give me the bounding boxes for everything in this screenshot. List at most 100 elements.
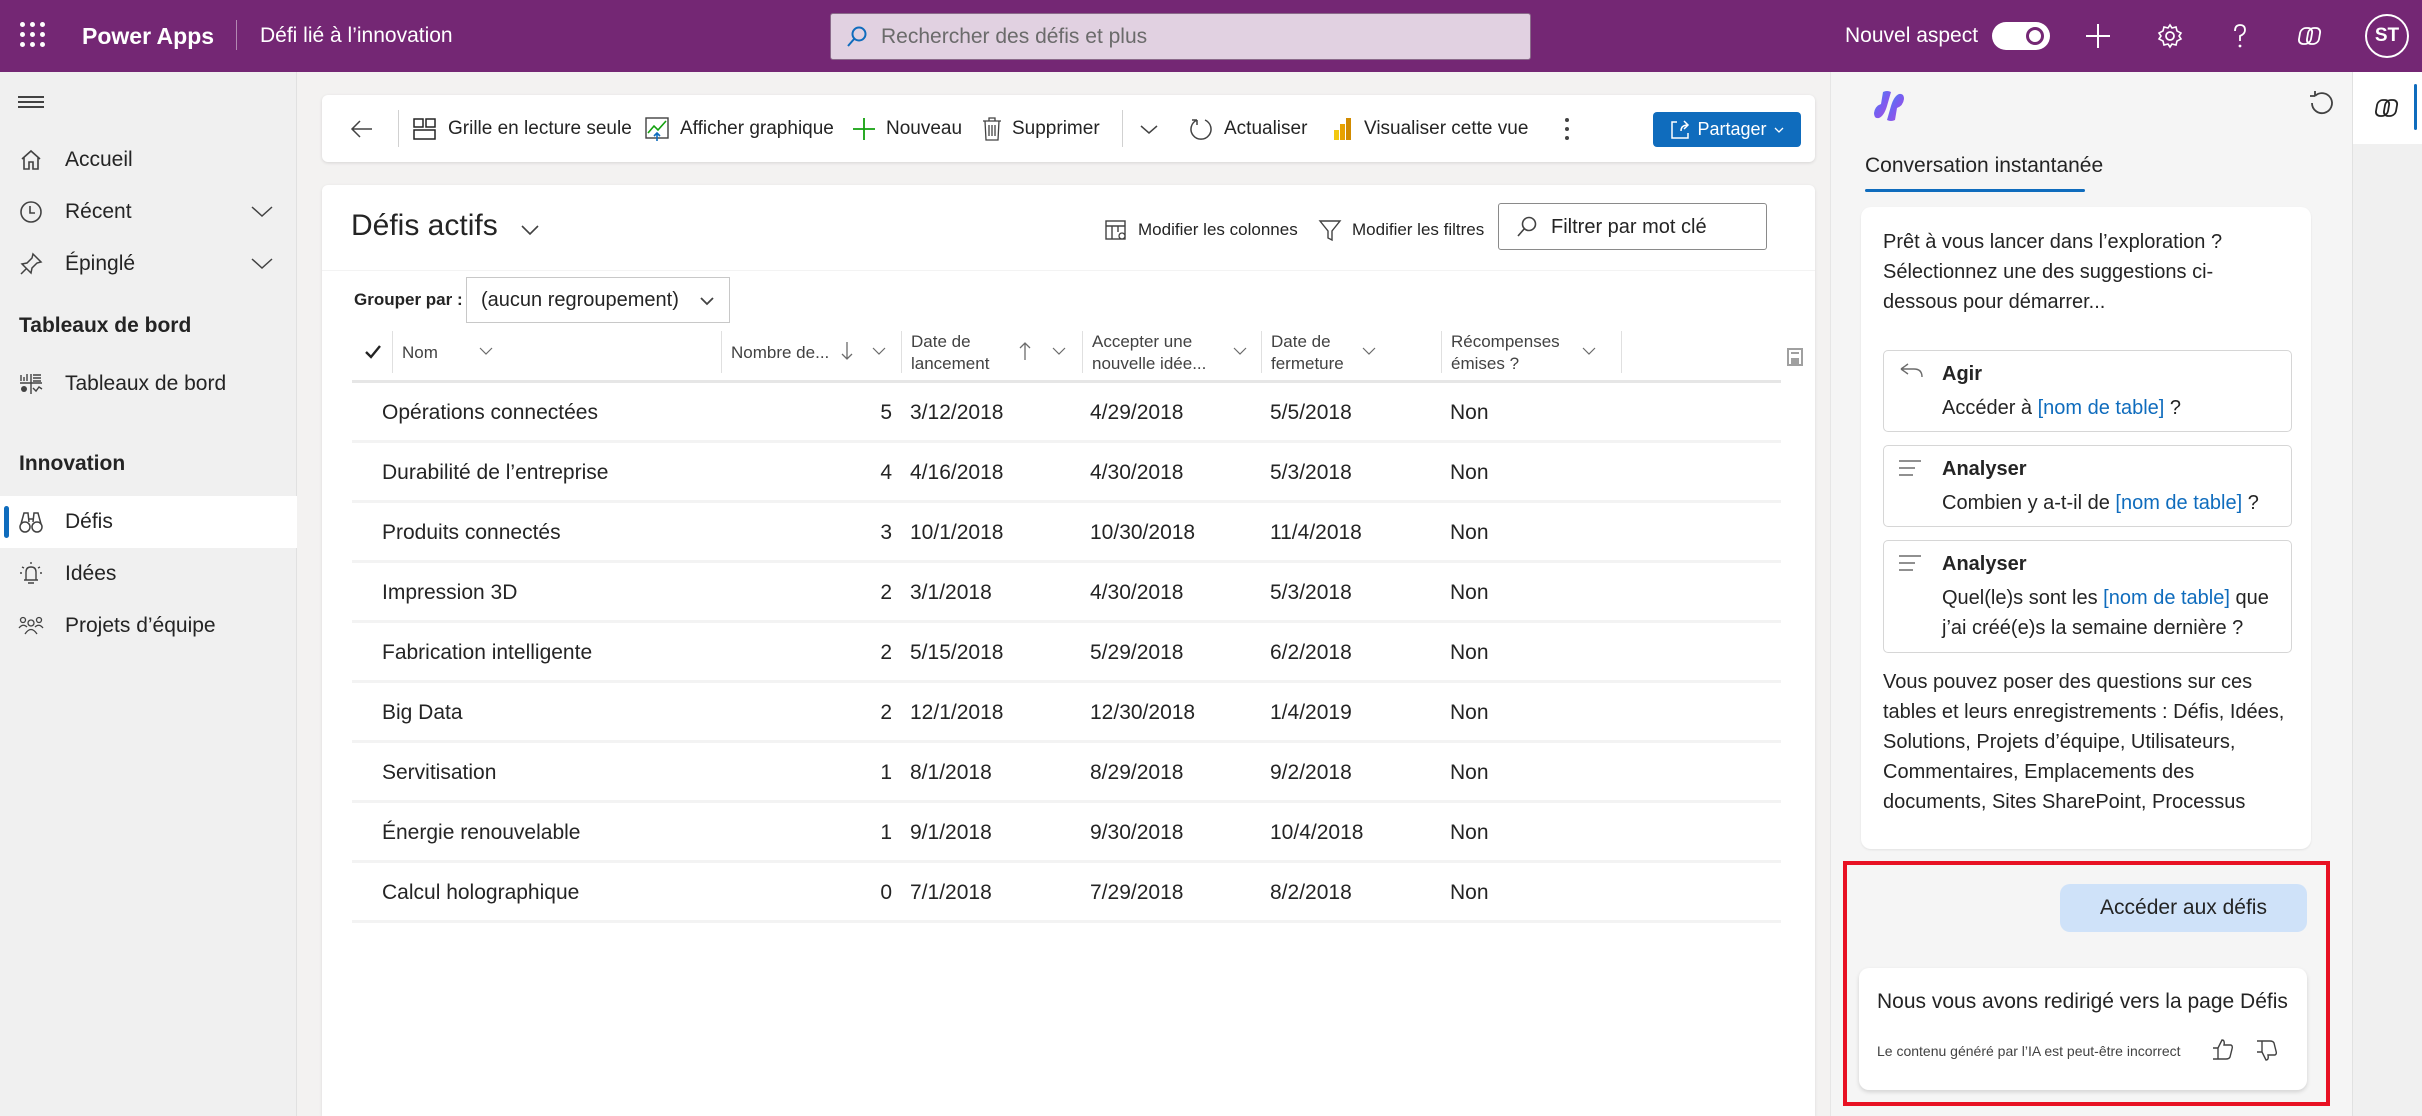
cell-rewards-issued: Non bbox=[1450, 881, 1489, 904]
tab-instant-conversation[interactable]: Conversation instantanée bbox=[1865, 154, 2103, 178]
cell-close-date: 10/4/2018 bbox=[1270, 821, 1364, 844]
sidebar-item-pinned[interactable]: Épinglé bbox=[0, 238, 297, 290]
more-vertical-icon bbox=[1565, 117, 1569, 140]
column-header-name[interactable]: Nom bbox=[392, 325, 721, 381]
new-button[interactable]: Nouveau bbox=[852, 95, 962, 162]
avatar[interactable]: ST bbox=[2365, 14, 2409, 58]
more-commands-dropdown[interactable] bbox=[1138, 95, 1170, 162]
suggestion-title: Analyser bbox=[1942, 553, 2027, 575]
hamburger-icon[interactable] bbox=[18, 96, 44, 110]
chevron-down-icon bbox=[1233, 347, 1247, 355]
suggestion-card[interactable]: Agir Accéder à [nom de table] ? bbox=[1883, 350, 2292, 432]
chevron-down-icon[interactable] bbox=[250, 252, 274, 276]
cell-name[interactable]: Durabilité de l’entreprise bbox=[382, 461, 608, 485]
table-row[interactable]: Produits connectés 3 10/1/2018 10/30/2018 11… bbox=[352, 503, 1781, 563]
global-search[interactable] bbox=[830, 13, 1531, 60]
environment-name[interactable]: Défi lié à l’innovation bbox=[260, 24, 453, 48]
show-chart-button[interactable]: Afficher graphique bbox=[644, 95, 834, 162]
cell-count: 4 bbox=[880, 461, 892, 484]
more-options-button[interactable] bbox=[1562, 95, 1582, 162]
table-name-placeholder[interactable]: [nom de table] bbox=[2115, 492, 2242, 514]
cell-name[interactable]: Big Data bbox=[382, 701, 463, 725]
column-header-launch-date[interactable]: Date de lancement bbox=[901, 325, 1082, 381]
group-by-select[interactable]: (aucun regroupement) bbox=[466, 277, 730, 323]
select-all-checkbox[interactable] bbox=[360, 325, 390, 381]
command-bar: Grille en lecture seule Afficher graphiq… bbox=[322, 95, 1815, 162]
cell-count: 1 bbox=[880, 821, 892, 844]
table-row[interactable]: Opérations connectées 5 3/12/2018 4/29/2018… bbox=[352, 383, 1781, 443]
sidebar-item-recent[interactable]: Récent bbox=[0, 186, 297, 238]
sidebar-item-dashboards[interactable]: Tableaux de bord bbox=[0, 358, 297, 410]
global-search-input[interactable] bbox=[881, 22, 1501, 52]
new-look-toggle[interactable] bbox=[1992, 22, 2050, 50]
copilot-welcome-card: Prêt à vous lancer dans l’exploration ? … bbox=[1861, 207, 2311, 849]
table-name-placeholder[interactable]: [nom de table] bbox=[2038, 397, 2165, 419]
save-icon[interactable] bbox=[1786, 347, 1804, 367]
table-row[interactable]: Énergie renouvelable 1 9/1/2018 9/30/2018 10… bbox=[352, 803, 1781, 863]
visualize-button[interactable]: Visualiser cette vue bbox=[1332, 95, 1528, 162]
cell-launch-date: 4/16/2018 bbox=[910, 461, 1004, 484]
share-button[interactable]: Partager bbox=[1653, 112, 1801, 147]
help-icon[interactable] bbox=[2222, 18, 2258, 54]
cell-name[interactable]: Opérations connectées bbox=[382, 401, 598, 425]
refresh-button[interactable]: Actualiser bbox=[1188, 95, 1307, 162]
filter-icon bbox=[1318, 220, 1342, 242]
edit-filters-button[interactable]: Modifier les filtres bbox=[1318, 215, 1484, 245]
keyword-filter-input[interactable] bbox=[1551, 213, 1756, 241]
back-button[interactable] bbox=[350, 95, 384, 162]
chevron-down-icon[interactable] bbox=[250, 200, 274, 224]
column-header-accept-ideas[interactable]: Accepter une nouvelle idée... bbox=[1082, 325, 1261, 381]
app-name[interactable]: Power Apps bbox=[82, 23, 214, 50]
edit-columns-button[interactable]: Modifier les colonnes bbox=[1104, 215, 1298, 245]
keyword-filter[interactable] bbox=[1498, 203, 1767, 250]
table-name-placeholder[interactable]: [nom de table] bbox=[2103, 587, 2230, 609]
view-title[interactable]: Défis actifs bbox=[351, 209, 498, 243]
table-row[interactable]: Impression 3D 2 3/1/2018 4/30/2018 5/3/2018 N… bbox=[352, 563, 1781, 623]
sidebar-item-team-projects[interactable]: Projets d’équipe bbox=[0, 600, 297, 652]
cell-name[interactable]: Impression 3D bbox=[382, 581, 517, 605]
sidebar-item-home[interactable]: Accueil bbox=[0, 134, 297, 186]
copilot-icon[interactable] bbox=[2294, 18, 2330, 54]
column-header-label: nouvelle idée... bbox=[1092, 354, 1207, 373]
suggestion-card[interactable]: Analyser Combien y a-t-il de [nom de tab… bbox=[1883, 445, 2292, 527]
gear-icon[interactable] bbox=[2152, 18, 2188, 54]
sidebar-item-challenges[interactable]: Défis bbox=[0, 496, 297, 548]
table-row[interactable]: Big Data 2 12/1/2018 12/30/2018 1/4/2019 Non bbox=[352, 683, 1781, 743]
table-row[interactable]: Calcul holographique 0 7/1/2018 7/29/2018 8/… bbox=[352, 863, 1781, 923]
column-header-count[interactable]: Nombre de... bbox=[721, 325, 901, 381]
new-label: Nouveau bbox=[886, 117, 963, 139]
cell-name[interactable]: Énergie renouvelable bbox=[382, 821, 580, 845]
suggestion-card[interactable]: Analyser Quel(le)s sont les [nom de tabl… bbox=[1883, 540, 2292, 653]
plus-icon[interactable] bbox=[2080, 18, 2116, 54]
chevron-down-icon bbox=[1052, 347, 1066, 355]
sidebar-item-label: Défis bbox=[65, 510, 113, 533]
column-header-close-date[interactable]: Date de fermeture bbox=[1261, 325, 1441, 381]
delete-button[interactable]: Supprimer bbox=[982, 95, 1100, 162]
cell-name[interactable]: Servitisation bbox=[382, 761, 496, 785]
column-header-rewards[interactable]: Récompenses émises ? bbox=[1441, 325, 1621, 381]
view-selector-chevron-icon[interactable] bbox=[518, 220, 542, 240]
table-row[interactable]: Durabilité de l’entreprise 4 4/16/2018 4/30… bbox=[352, 443, 1781, 503]
chevron-down-icon bbox=[872, 347, 886, 355]
copilot-icon bbox=[2375, 99, 2399, 117]
checkmark-icon bbox=[365, 345, 381, 359]
app-launcher-icon[interactable] bbox=[20, 22, 46, 48]
cell-name[interactable]: Produits connectés bbox=[382, 521, 561, 545]
readonly-grid-button[interactable]: Grille en lecture seule bbox=[412, 95, 632, 162]
chart-icon bbox=[645, 116, 669, 141]
sidebar-item-ideas[interactable]: Idées bbox=[0, 548, 297, 600]
chevron-down-icon bbox=[1774, 127, 1783, 133]
refresh-conversation-icon[interactable] bbox=[2309, 90, 2335, 116]
cell-accept-ideas-date: 5/29/2018 bbox=[1090, 641, 1184, 664]
cell-accept-ideas-date: 10/30/2018 bbox=[1090, 521, 1196, 544]
copilot-rail-button[interactable] bbox=[2353, 72, 2422, 144]
table-row[interactable]: Servitisation 1 8/1/2018 8/29/2018 9/2/2018 N… bbox=[352, 743, 1781, 803]
cell-count: 2 bbox=[880, 581, 892, 604]
table-row[interactable]: Fabrication intelligente 2 5/15/2018 5/29/2… bbox=[352, 623, 1781, 683]
available-tables-text: Vous pouvez poser des questions sur ces … bbox=[1883, 671, 2285, 813]
cell-name[interactable]: Calcul holographique bbox=[382, 881, 579, 905]
cell-launch-date: 3/1/2018 bbox=[910, 581, 992, 604]
cell-name[interactable]: Fabrication intelligente bbox=[382, 641, 592, 665]
cell-rewards-issued: Non bbox=[1450, 701, 1489, 724]
cell-rewards-issued: Non bbox=[1450, 521, 1489, 544]
